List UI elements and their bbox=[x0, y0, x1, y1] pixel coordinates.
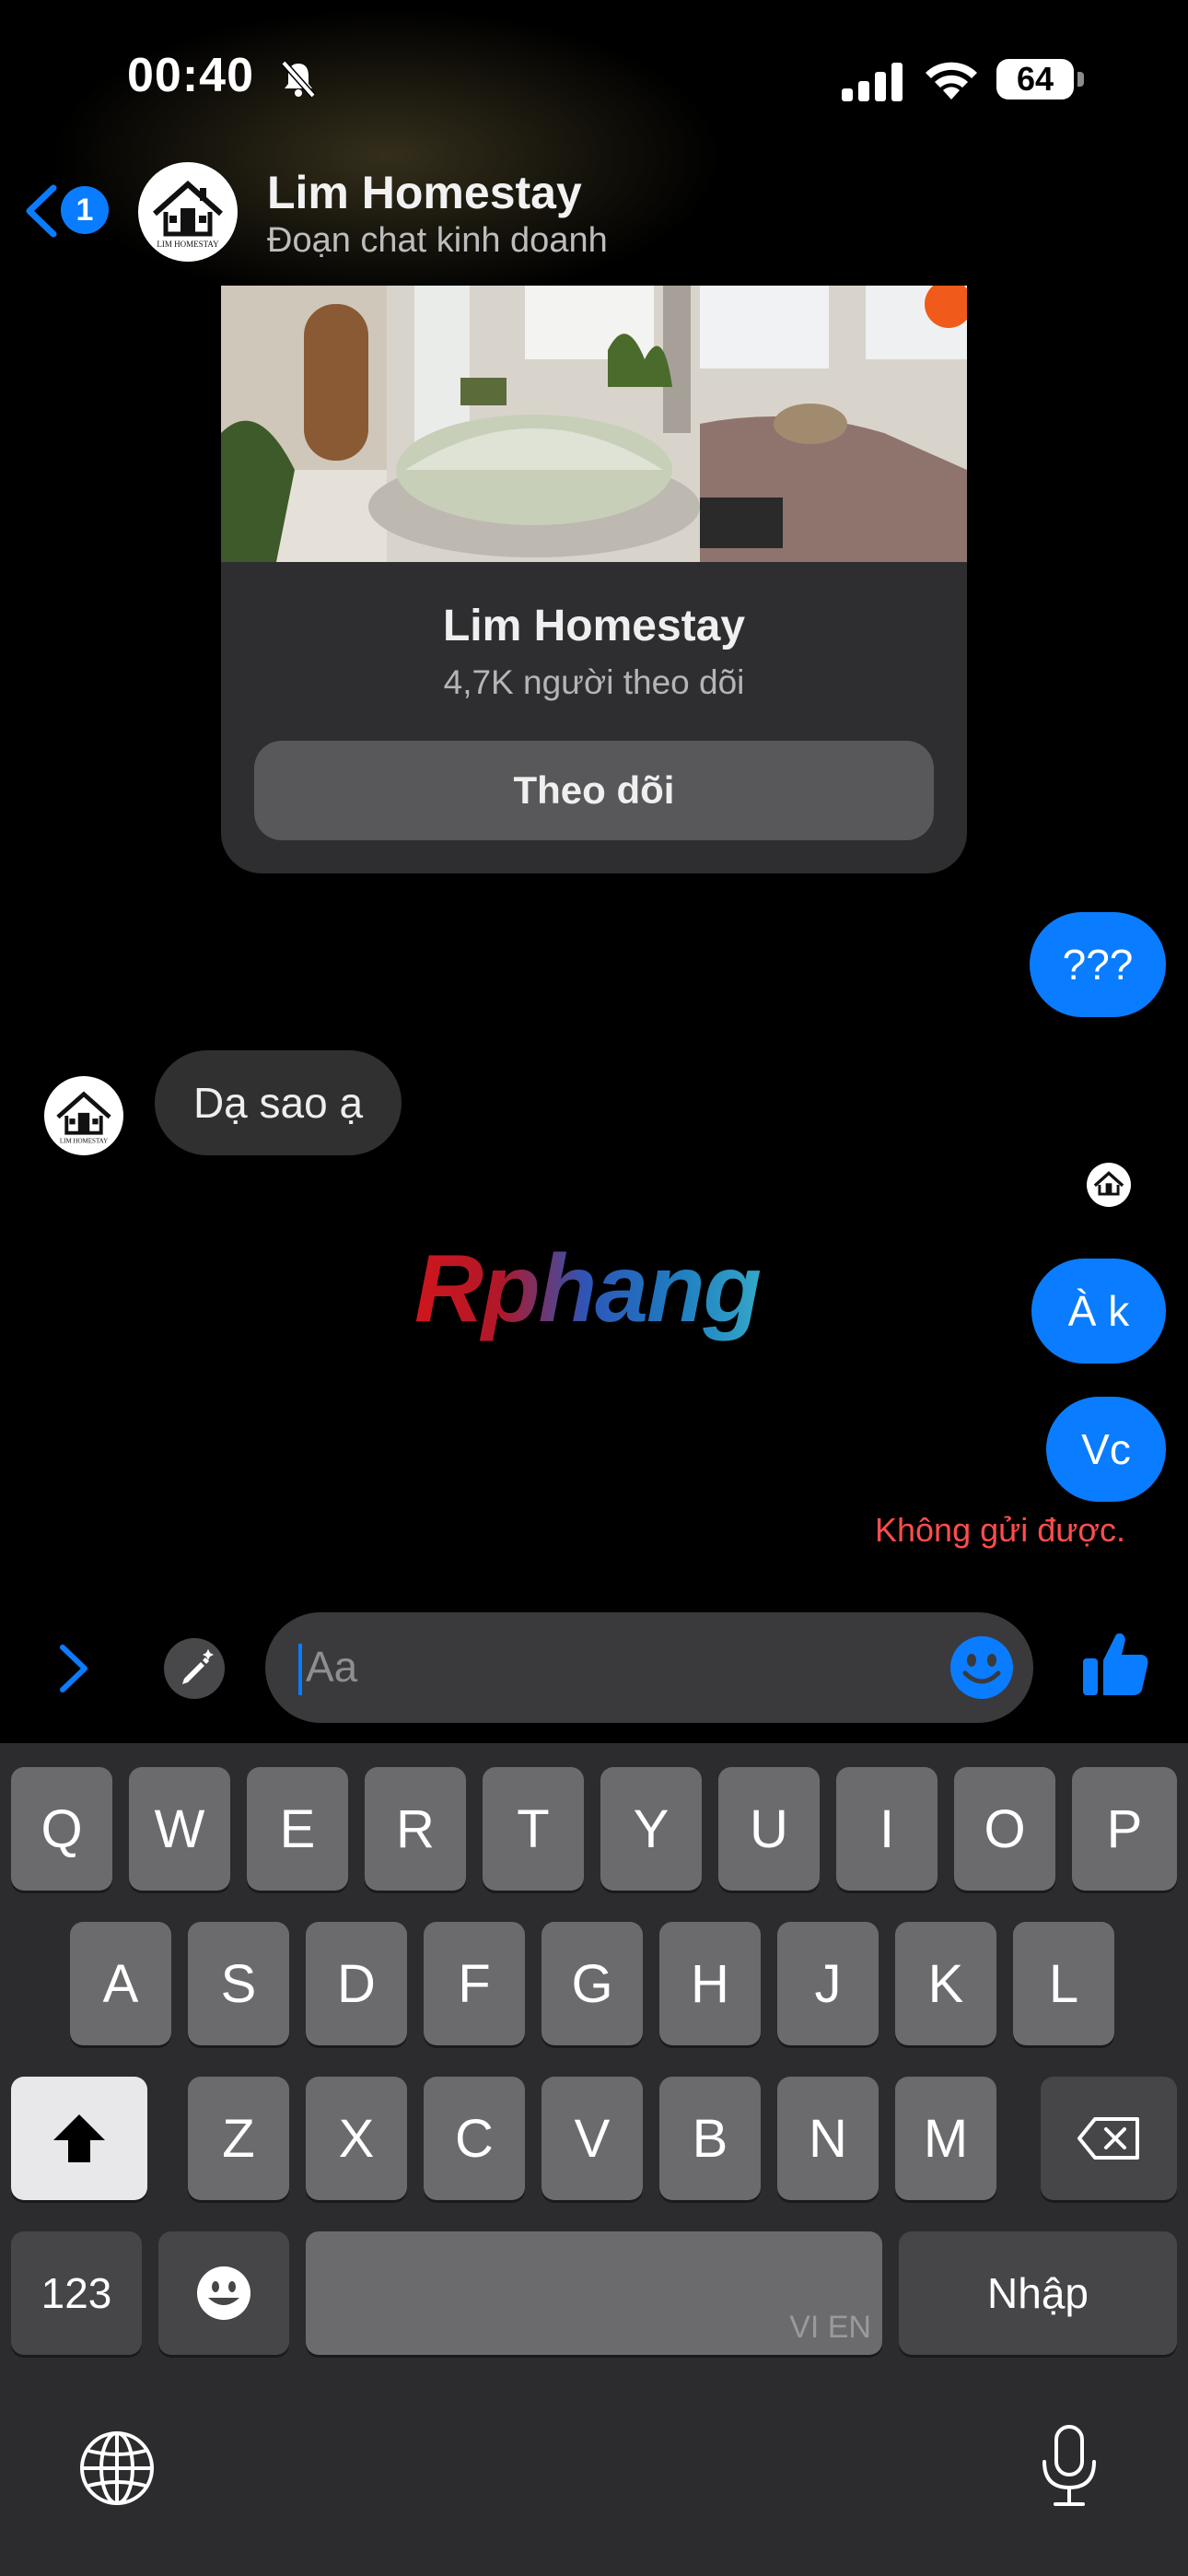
key-g[interactable]: G bbox=[542, 1922, 643, 2045]
key-d[interactable]: D bbox=[306, 1922, 407, 2045]
key-q[interactable]: Q bbox=[11, 1767, 112, 1891]
homestay-logo-icon: LIM HOMESTAY bbox=[153, 180, 223, 249]
keyboard: Q W E R T Y U I O P A S D F G H J K L Z … bbox=[0, 1743, 1188, 2576]
expand-chevron-icon[interactable] bbox=[53, 1640, 94, 1697]
follow-button[interactable]: Theo dõi bbox=[254, 741, 934, 840]
signal-icon bbox=[840, 61, 906, 101]
key-y[interactable]: Y bbox=[600, 1767, 702, 1891]
key-h[interactable]: H bbox=[659, 1922, 761, 2045]
key-e[interactable]: E bbox=[247, 1767, 348, 1891]
key-n[interactable]: N bbox=[777, 2077, 879, 2200]
return-key[interactable]: Nhập bbox=[899, 2231, 1177, 2355]
space-language-label: VI EN bbox=[789, 2310, 871, 2345]
page-title[interactable]: Lim Homestay bbox=[267, 166, 582, 219]
muted-bell-icon bbox=[278, 59, 319, 100]
homestay-logo-icon: LIM HOMESTAY bbox=[56, 1091, 111, 1145]
emoji-icon[interactable] bbox=[949, 1634, 1015, 1701]
seen-indicator-avatar bbox=[1087, 1163, 1131, 1207]
key-s[interactable]: S bbox=[188, 1922, 289, 2045]
page-info-card: Lim Homestay 4,7K người theo dõi Theo dõ… bbox=[221, 286, 967, 873]
chat-subtitle: Đoạn chat kinh doanh bbox=[267, 221, 608, 260]
svg-text:LIM HOMESTAY: LIM HOMESTAY bbox=[157, 240, 219, 249]
follower-count: 4,7K người theo dõi bbox=[443, 663, 745, 701]
message-input[interactable]: Aa bbox=[265, 1612, 1033, 1723]
message-outgoing[interactable]: Vc bbox=[1046, 1397, 1166, 1502]
send-error-text[interactable]: Không gửi được. bbox=[875, 1511, 1125, 1550]
globe-icon[interactable] bbox=[77, 2429, 157, 2508]
key-l[interactable]: L bbox=[1013, 1922, 1114, 2045]
battery-level: 64 bbox=[1016, 60, 1054, 98]
key-i[interactable]: I bbox=[836, 1767, 938, 1891]
homestay-logo-icon bbox=[1093, 1171, 1124, 1196]
key-o[interactable]: O bbox=[954, 1767, 1055, 1891]
wifi-icon bbox=[923, 57, 980, 101]
numbers-key[interactable]: 123 bbox=[11, 2231, 142, 2355]
back-unread-badge[interactable]: 1 bbox=[61, 186, 109, 234]
key-x[interactable]: X bbox=[306, 2077, 407, 2200]
shift-icon bbox=[53, 2114, 105, 2162]
edit-image-icon[interactable] bbox=[162, 1636, 227, 1701]
card-page-name: Lim Homestay bbox=[442, 602, 746, 650]
watermark: Rphang bbox=[414, 1235, 762, 1342]
like-thumb-icon[interactable] bbox=[1079, 1627, 1151, 1701]
key-w[interactable]: W bbox=[129, 1767, 230, 1891]
text-caret bbox=[298, 1644, 302, 1695]
message-outgoing[interactable]: ??? bbox=[1030, 912, 1166, 1017]
key-f[interactable]: F bbox=[424, 1922, 525, 2045]
key-c[interactable]: C bbox=[424, 2077, 525, 2200]
battery-cap bbox=[1077, 72, 1084, 87]
status-time: 00:40 bbox=[127, 49, 254, 102]
key-p[interactable]: P bbox=[1072, 1767, 1177, 1891]
svg-text:LIM HOMESTAY: LIM HOMESTAY bbox=[60, 1138, 108, 1145]
avatar[interactable]: LIM HOMESTAY bbox=[138, 162, 238, 262]
key-j[interactable]: J bbox=[777, 1922, 879, 2045]
key-k[interactable]: K bbox=[895, 1922, 996, 2045]
message-incoming[interactable]: Dạ sao ạ bbox=[155, 1050, 402, 1155]
key-v[interactable]: V bbox=[542, 2077, 643, 2200]
battery-icon: 64 bbox=[996, 59, 1074, 100]
microphone-icon[interactable] bbox=[1039, 2423, 1100, 2510]
space-key[interactable]: VI EN bbox=[306, 2231, 882, 2355]
key-a[interactable]: A bbox=[70, 1922, 171, 2045]
key-m[interactable]: M bbox=[895, 2077, 996, 2200]
key-z[interactable]: Z bbox=[188, 2077, 289, 2200]
back-chevron-icon[interactable] bbox=[20, 182, 61, 240]
message-input-placeholder: Aa bbox=[306, 1643, 358, 1691]
shift-key[interactable] bbox=[11, 2077, 147, 2200]
cover-photo bbox=[221, 286, 967, 562]
sender-avatar: LIM HOMESTAY bbox=[44, 1076, 123, 1155]
key-b[interactable]: B bbox=[659, 2077, 761, 2200]
key-t[interactable]: T bbox=[483, 1767, 584, 1891]
emoji-keyboard-icon bbox=[197, 2266, 250, 2320]
key-u[interactable]: U bbox=[718, 1767, 820, 1891]
key-r[interactable]: R bbox=[365, 1767, 466, 1891]
delete-key[interactable] bbox=[1041, 2077, 1177, 2200]
message-outgoing[interactable]: À k bbox=[1031, 1259, 1166, 1364]
delete-icon bbox=[1077, 2117, 1139, 2160]
emoji-keyboard-key[interactable] bbox=[158, 2231, 289, 2355]
